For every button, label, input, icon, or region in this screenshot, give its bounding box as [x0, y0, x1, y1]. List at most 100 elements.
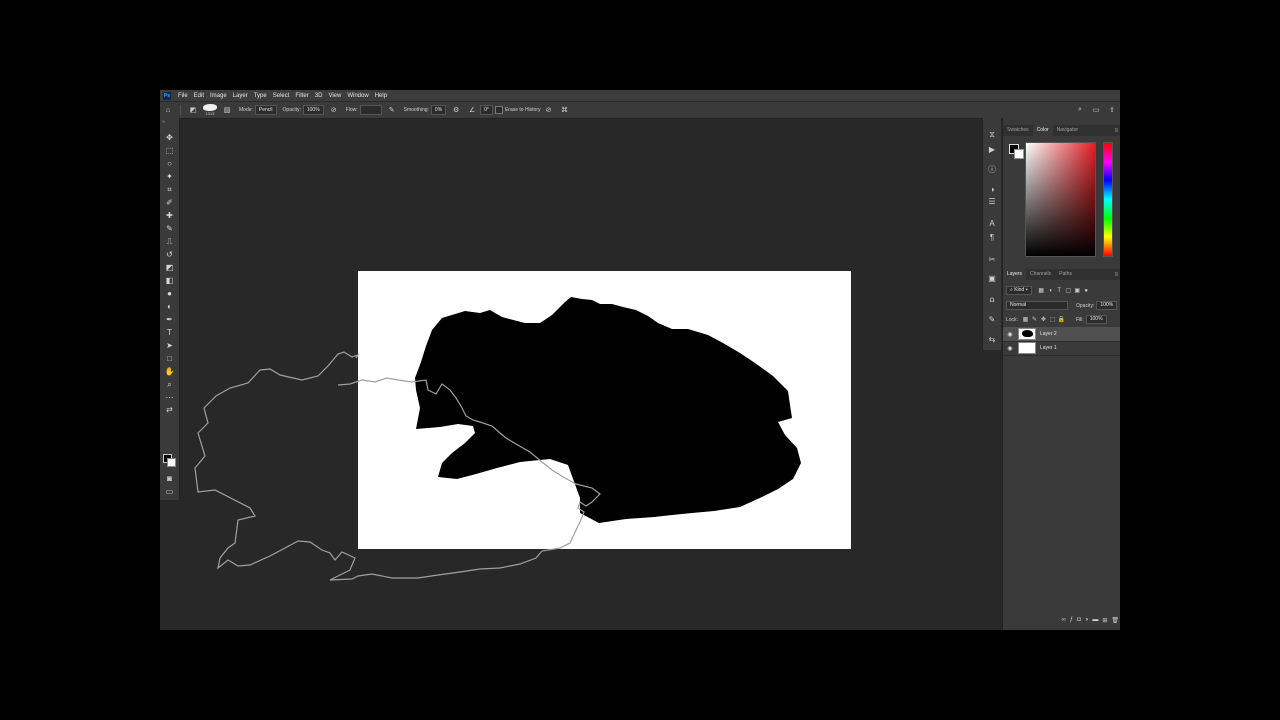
opacity-input[interactable]: 100% [302, 105, 324, 115]
brush-settings-icon[interactable]: ▨ [222, 105, 232, 115]
canvas-area[interactable] [180, 118, 980, 630]
new-layer-icon[interactable]: ⊞ [1102, 617, 1107, 624]
history-panel-icon[interactable]: ⧖ [986, 129, 998, 140]
hand-tool-icon[interactable]: ✋ [163, 366, 176, 377]
tab-color[interactable]: Color [1032, 125, 1053, 136]
brush-tool-icon[interactable]: ✎ [163, 223, 176, 234]
smoothing-input[interactable]: 0% [430, 105, 447, 115]
brush-preset-picker[interactable]: 1313 [203, 104, 217, 116]
lock-transparency-icon[interactable]: ▦ [1022, 316, 1029, 323]
move-tool-icon[interactable]: ✥ [163, 132, 176, 143]
lock-artboard-icon[interactable]: ⬚ [1049, 316, 1056, 323]
filter-type-icon[interactable]: T [1056, 287, 1063, 294]
crop-tool-icon[interactable]: ⌗ [163, 184, 176, 195]
mode-select[interactable]: Pencil [254, 105, 277, 115]
path-selection-tool-icon[interactable]: ➤ [163, 340, 176, 351]
tab-layers[interactable]: Layers [1003, 269, 1027, 280]
layer-opacity-input[interactable]: 100% [1096, 301, 1118, 310]
zoom-tool-icon[interactable]: ⌕ [163, 379, 176, 390]
eyedropper-tool-icon[interactable]: ✐ [163, 197, 176, 208]
pressure-size-icon[interactable]: ⊘ [544, 105, 554, 115]
menu-view[interactable]: View [325, 93, 344, 99]
filter-shape-icon[interactable]: ▢ [1065, 287, 1072, 294]
layer-name[interactable]: Layer 2 [1040, 331, 1057, 337]
hue-slider[interactable] [1103, 142, 1113, 257]
new-group-icon[interactable]: ▬ [1092, 617, 1098, 623]
layer-row[interactable]: ◉ Layer 2 [1003, 327, 1120, 342]
filter-pixel-icon[interactable]: ▦ [1038, 287, 1045, 294]
symmetry-icon[interactable]: ⌘ [560, 105, 570, 115]
tools-preset-icon[interactable]: ✂ [986, 254, 998, 265]
type-tool-icon[interactable]: T [163, 327, 176, 338]
adjustment-layer-icon[interactable]: ◑ [1085, 617, 1089, 623]
healing-brush-tool-icon[interactable]: ✚ [163, 210, 176, 221]
dodge-tool-icon[interactable]: ◐ [163, 301, 176, 312]
menu-edit[interactable]: Edit [191, 93, 207, 99]
properties-panel-icon[interactable]: ☰ [986, 196, 998, 207]
menu-window[interactable]: Window [344, 93, 371, 99]
adjustments-panel-icon[interactable]: ◑ [986, 184, 998, 195]
kind-filter-select[interactable]: ⌕ Kind ▾ [1006, 286, 1032, 295]
lock-all-icon[interactable]: 🔒 [1058, 316, 1065, 323]
layer-name[interactable]: Layer 1 [1040, 345, 1057, 351]
menu-filter[interactable]: Filter [292, 93, 311, 99]
history-brush-tool-icon[interactable]: ↺ [163, 249, 176, 260]
menu-image[interactable]: Image [207, 93, 230, 99]
eraser-tool-icon[interactable]: ◩ [188, 105, 198, 115]
lasso-tool-icon[interactable]: ○ [163, 158, 176, 169]
menu-file[interactable]: File [175, 93, 191, 99]
gradient-tool-icon[interactable]: ◧ [163, 275, 176, 286]
background-color-chip[interactable] [1014, 149, 1024, 159]
flow-input[interactable] [359, 105, 382, 115]
glyphs-panel-icon[interactable]: ꭥ [986, 294, 998, 305]
link-layers-icon[interactable]: ∞ [1061, 617, 1065, 623]
add-mask-icon[interactable]: ◘ [1077, 617, 1081, 623]
layer-style-icon[interactable]: ƒ [1070, 617, 1073, 623]
swap-colors-icon[interactable]: ⇄ [163, 404, 176, 415]
swatches-strip-icon[interactable]: ⇆ [986, 334, 998, 345]
fill-input[interactable]: 100% [1085, 315, 1107, 324]
smoothing-options-gear-icon[interactable]: ⚙ [451, 105, 461, 115]
libraries-panel-icon[interactable]: ▣ [986, 273, 998, 284]
collapse-toolbar-icon[interactable]: » [162, 119, 165, 125]
menu-help[interactable]: Help [372, 93, 390, 99]
tab-swatches[interactable]: Swatches [1003, 125, 1033, 136]
menu-select[interactable]: Select [270, 93, 293, 99]
screen-mode-icon[interactable]: ▭ [163, 486, 176, 497]
color-picker-field[interactable] [1025, 142, 1096, 257]
tab-paths[interactable]: Paths [1055, 269, 1076, 280]
blend-mode-select[interactable]: Normal [1006, 301, 1068, 310]
share-icon[interactable]: ⇪ [1107, 105, 1117, 115]
layer-row[interactable]: ◉ Layer 1 [1003, 341, 1120, 356]
lock-position-icon[interactable]: ✥ [1040, 316, 1047, 323]
menu-type[interactable]: Type [251, 93, 270, 99]
marquee-tool-icon[interactable]: ⬚ [163, 145, 176, 156]
eye-icon[interactable]: ◉ [1006, 331, 1014, 338]
tab-navigator[interactable]: Navigator [1053, 125, 1082, 136]
brush-settings-panel-icon[interactable]: ✎ [986, 314, 998, 325]
paragraph-panel-icon[interactable]: ¶ [986, 232, 998, 243]
pressure-opacity-icon[interactable]: ⊘ [329, 105, 339, 115]
angle-input[interactable]: 0° [480, 105, 493, 115]
pen-tool-icon[interactable]: ✒ [163, 314, 176, 325]
actions-panel-icon[interactable]: ▶ [986, 144, 998, 155]
workspace-icon[interactable]: ▭ [1091, 105, 1101, 115]
eraser-tool-icon[interactable]: ◩ [163, 262, 176, 273]
lock-pixels-icon[interactable]: ✎ [1031, 316, 1038, 323]
document-canvas[interactable] [180, 118, 980, 630]
character-panel-icon[interactable]: A [986, 218, 998, 229]
background-color-swatch[interactable] [167, 458, 176, 467]
filter-toggle-icon[interactable]: ● [1083, 287, 1090, 294]
erase-to-history-checkbox[interactable] [494, 106, 503, 114]
magic-wand-tool-icon[interactable]: ✦ [163, 171, 176, 182]
panel-menu-icon[interactable]: ≡ [1114, 272, 1118, 278]
filter-smart-object-icon[interactable]: ▣ [1074, 287, 1081, 294]
home-icon[interactable]: ⌂ [163, 105, 173, 115]
eye-icon[interactable]: ◉ [1006, 345, 1014, 352]
info-panel-icon[interactable]: ⓘ [986, 164, 998, 175]
clone-stamp-tool-icon[interactable]: ⎍ [163, 236, 176, 247]
filter-adjustment-icon[interactable]: ◑ [1047, 287, 1054, 294]
edit-toolbar-icon[interactable]: ⋯ [163, 392, 176, 403]
search-icon[interactable]: ⌕ [1075, 105, 1085, 115]
airbrush-icon[interactable]: ✎ [387, 105, 397, 115]
